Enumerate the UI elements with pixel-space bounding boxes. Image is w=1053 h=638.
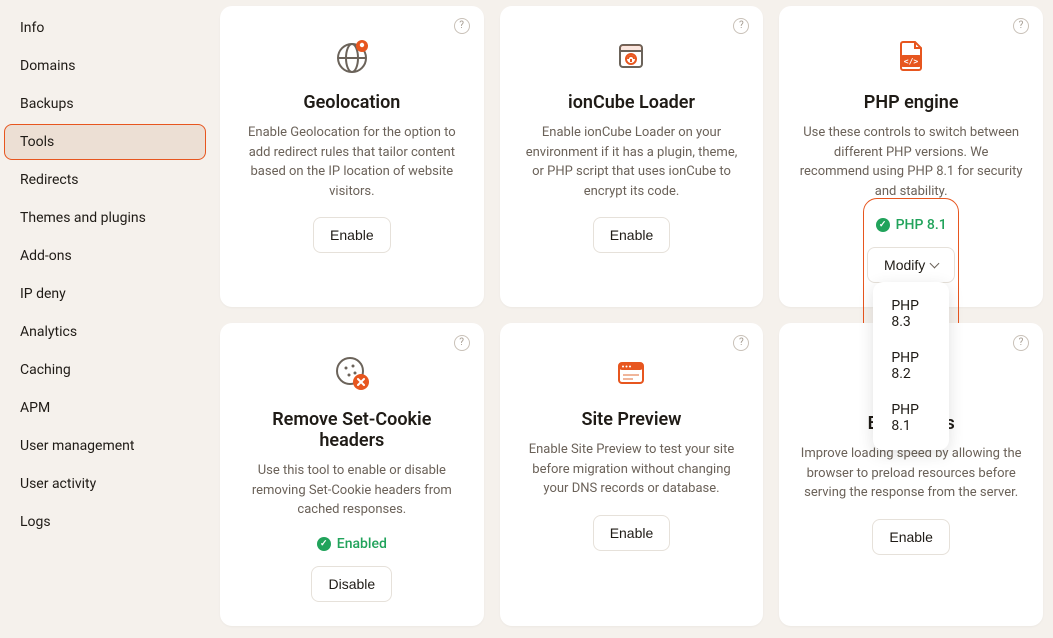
- cookie-status-label: Enabled: [337, 536, 387, 552]
- sidebar-item-backups[interactable]: Backups: [4, 86, 206, 122]
- disable-button[interactable]: Disable: [311, 566, 392, 602]
- card-title: Geolocation: [303, 92, 400, 113]
- card-description: Enable ionCube Loader on your environmen…: [520, 123, 744, 201]
- sidebar-item-user-activity[interactable]: User activity: [4, 466, 206, 502]
- cube-icon: [609, 34, 653, 78]
- enable-button[interactable]: Enable: [593, 217, 671, 253]
- sidebar-item-tools[interactable]: Tools: [4, 124, 206, 160]
- card-description: Enable Geolocation for the option to add…: [240, 123, 464, 201]
- sidebar-item-logs[interactable]: Logs: [4, 504, 206, 540]
- enable-button[interactable]: Enable: [593, 515, 671, 551]
- enable-button[interactable]: Enable: [313, 217, 391, 253]
- sidebar-item-user-management[interactable]: User management: [4, 428, 206, 464]
- help-icon[interactable]: ?: [1013, 18, 1029, 34]
- cookie-status: Enabled: [317, 536, 387, 552]
- sidebar-item-analytics[interactable]: Analytics: [4, 314, 206, 350]
- enable-button[interactable]: Enable: [872, 519, 950, 555]
- help-icon[interactable]: ?: [454, 18, 470, 34]
- sidebar-item-themes-plugins[interactable]: Themes and plugins: [4, 200, 206, 236]
- card-title: PHP engine: [864, 92, 959, 113]
- modify-label: Modify: [884, 257, 925, 273]
- php-option-81[interactable]: PHP 8.1: [879, 392, 943, 444]
- browser-preview-icon: [609, 351, 653, 395]
- card-title: Site Preview: [582, 409, 682, 430]
- help-icon[interactable]: ?: [1013, 335, 1029, 351]
- php-status-label: PHP 8.1: [896, 217, 947, 233]
- card-description: Use these controls to switch between dif…: [799, 123, 1023, 201]
- card-description: Use this tool to enable or disable remov…: [240, 461, 464, 520]
- help-icon[interactable]: ?: [454, 335, 470, 351]
- card-ioncube: ? ionCube Loader Enable ionCube Loader o…: [500, 6, 764, 307]
- php-option-83[interactable]: PHP 8.3: [879, 288, 943, 340]
- main-content: ? Geolocation Enable Geolocation for the…: [210, 0, 1053, 638]
- card-php-engine: ? </> PHP engine Use these controls to s…: [779, 6, 1043, 307]
- cookie-remove-icon: [330, 351, 374, 395]
- globe-icon: [330, 34, 374, 78]
- check-icon: [876, 218, 890, 232]
- chevron-down-icon: [930, 259, 940, 269]
- sidebar-item-info[interactable]: Info: [4, 10, 206, 46]
- sidebar-item-domains[interactable]: Domains: [4, 48, 206, 84]
- card-title: Remove Set-Cookie headers: [240, 409, 464, 451]
- card-geolocation: ? Geolocation Enable Geolocation for the…: [220, 6, 484, 307]
- help-icon[interactable]: ?: [733, 335, 749, 351]
- php-status: PHP 8.1: [876, 217, 947, 233]
- modify-button[interactable]: Modify: [867, 247, 955, 283]
- sidebar-item-redirects[interactable]: Redirects: [4, 162, 206, 198]
- sidebar-item-caching[interactable]: Caching: [4, 352, 206, 388]
- card-remove-set-cookie: ? Remove Set-Cookie headers Use this too…: [220, 323, 484, 626]
- svg-text:</>: </>: [904, 57, 919, 66]
- php-version-dropdown: PHP 8.3 PHP 8.2 PHP 8.1: [873, 282, 949, 450]
- card-title: ionCube Loader: [568, 92, 695, 113]
- sidebar-item-apm[interactable]: APM: [4, 390, 206, 426]
- card-description: Improve loading speed by allowing the br…: [799, 444, 1023, 503]
- php-option-82[interactable]: PHP 8.2: [879, 340, 943, 392]
- php-file-icon: </>: [889, 34, 933, 78]
- sidebar-item-add-ons[interactable]: Add-ons: [4, 238, 206, 274]
- sidebar-item-ip-deny[interactable]: IP deny: [4, 276, 206, 312]
- check-icon: [317, 537, 331, 551]
- sidebar: Info Domains Backups Tools Redirects The…: [0, 0, 210, 638]
- card-description: Enable Site Preview to test your site be…: [520, 440, 744, 499]
- help-icon[interactable]: ?: [733, 18, 749, 34]
- card-site-preview: ? Site Preview Enable Site Preview to te…: [500, 323, 764, 626]
